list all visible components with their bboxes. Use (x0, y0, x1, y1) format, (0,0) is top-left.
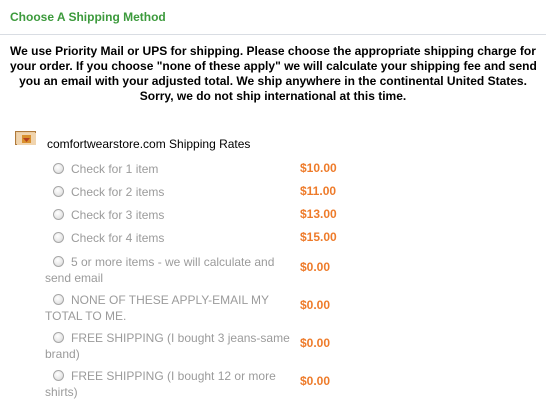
carrier-name: comfortwearstore.com Shipping Rates (47, 137, 251, 151)
rate-price: $0.00 (300, 374, 331, 388)
rate-label: Check for 3 items (71, 208, 165, 222)
rate-price: $15.00 (300, 230, 337, 244)
section-title: Choose A Shipping Method (10, 10, 166, 24)
intro-line: Sorry, we do not ship international at t… (139, 89, 407, 103)
section-header: Choose A Shipping Method (0, 0, 546, 35)
rate-price: $11.00 (300, 184, 337, 198)
shipping-intro: We use Priority Mail or UPS for shipping… (10, 44, 537, 104)
intro-line: you an email with your adjusted total. W… (19, 74, 527, 88)
rate-label: FREE SHIPPING (I bought 3 jeans-same bra… (45, 331, 290, 361)
rate-price: $13.00 (300, 207, 337, 221)
rate-price: $10.00 (300, 161, 337, 175)
rate-label: NONE OF THESE APPLY-EMAIL MY TOTAL TO ME… (45, 293, 269, 323)
rate-price: $0.00 (300, 336, 331, 350)
rate-price: $0.00 (300, 298, 331, 312)
rate-label: Check for 4 items (71, 231, 165, 245)
shipping-box-icon (15, 131, 36, 145)
rate-label: Check for 1 item (71, 162, 159, 176)
rate-label: FREE SHIPPING (I bought 12 or more shirt… (45, 369, 276, 399)
intro-line: your order. If you choose "none of these… (10, 59, 537, 73)
rate-price: $0.00 (300, 260, 331, 274)
rate-label: Check for 2 items (71, 185, 165, 199)
rate-label: 5 or more items - we will calculate and … (45, 255, 275, 285)
intro-line: We use Priority Mail or UPS for shipping… (10, 44, 536, 58)
